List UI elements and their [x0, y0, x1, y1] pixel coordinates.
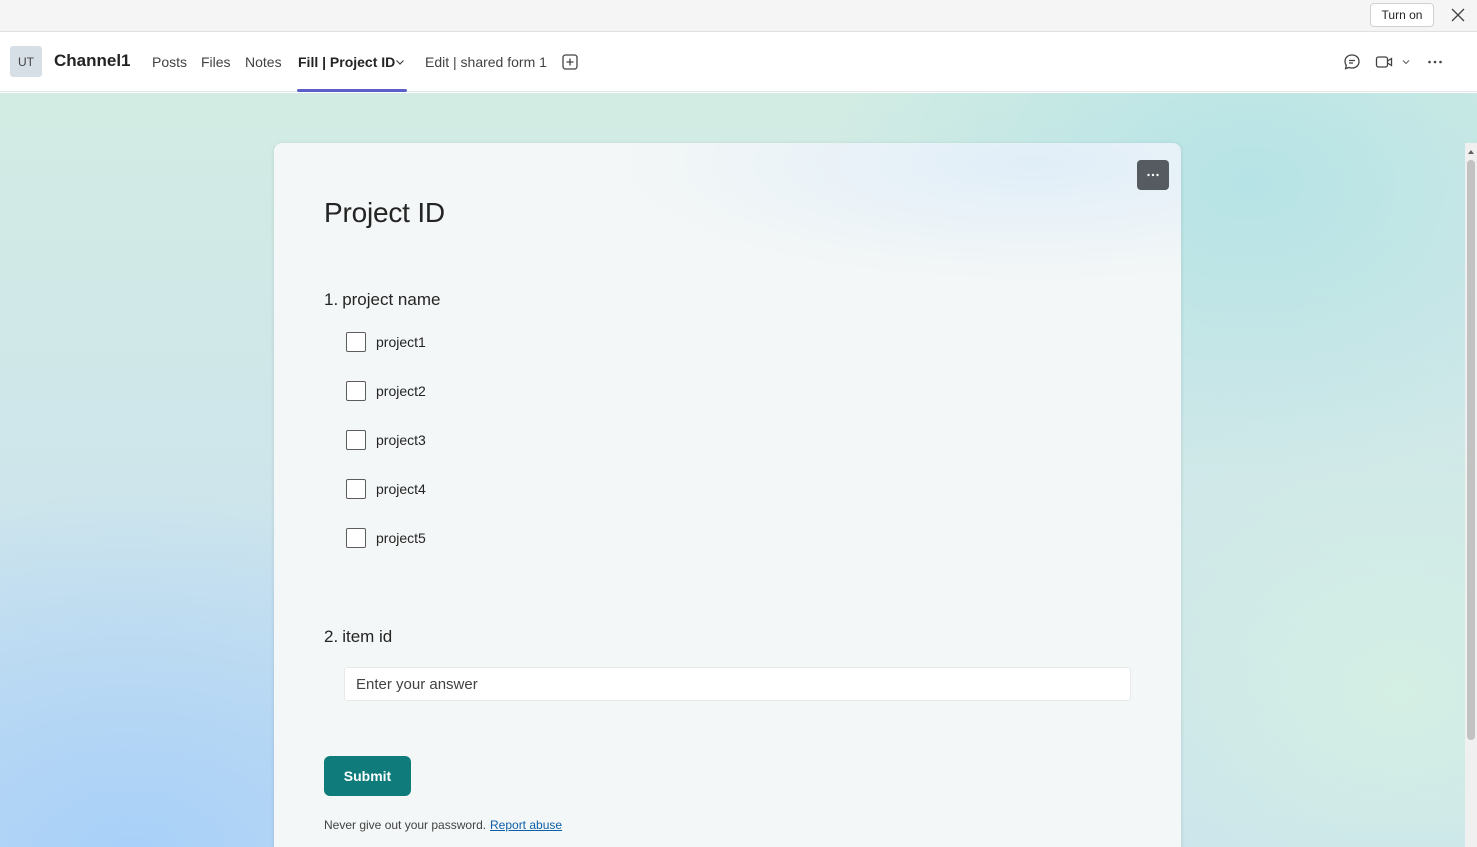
report-abuse-link[interactable]: Report abuse [490, 818, 562, 832]
video-icon[interactable] [1374, 52, 1394, 72]
question-number: 1. [324, 290, 339, 309]
more-icon[interactable] [1137, 160, 1169, 190]
question-number: 2. [324, 627, 339, 646]
option-label: project1 [376, 334, 426, 350]
scrollbar-thumb[interactable] [1467, 160, 1475, 740]
channel-title: Channel1 [54, 51, 131, 70]
tab-fill-project-id[interactable]: Fill | Project ID [298, 54, 395, 70]
password-warning: Never give out your password. [324, 818, 487, 832]
channel-header: UT Channel1 Posts Files Notes Fill | Pro… [0, 32, 1477, 92]
option-label: project4 [376, 481, 426, 497]
avatar[interactable]: UT [10, 46, 42, 77]
option-label: project3 [376, 432, 426, 448]
question-1-title: 1. project name [324, 290, 440, 310]
tab-posts[interactable]: Posts [152, 54, 187, 70]
chevron-down-icon[interactable] [1399, 52, 1413, 72]
option-project2[interactable]: project2 [346, 381, 426, 401]
tab-edit-shared-form[interactable]: Edit | shared form 1 [425, 54, 547, 70]
option-project1[interactable]: project1 [346, 332, 426, 352]
option-project3[interactable]: project3 [346, 430, 426, 450]
form-title: Project ID [324, 197, 445, 228]
active-tab-indicator [297, 89, 407, 92]
item-id-input[interactable] [344, 667, 1131, 701]
chevron-down-icon[interactable] [394, 56, 406, 68]
option-project5[interactable]: project5 [346, 528, 426, 548]
checkbox[interactable] [346, 528, 366, 548]
turn-on-button[interactable]: Turn on [1370, 3, 1434, 27]
scroll-up-icon[interactable] [1467, 148, 1475, 156]
chat-icon[interactable] [1342, 52, 1362, 72]
more-options-icon[interactable] [1425, 52, 1445, 72]
question-label: item id [342, 627, 393, 646]
option-project4[interactable]: project4 [346, 479, 426, 499]
add-tab-icon[interactable] [561, 53, 579, 71]
tab-files[interactable]: Files [201, 54, 231, 70]
submit-button[interactable]: Submit [324, 756, 411, 796]
notification-bar: Turn on [0, 0, 1477, 32]
tab-notes[interactable]: Notes [245, 54, 282, 70]
checkbox[interactable] [346, 430, 366, 450]
checkbox[interactable] [346, 332, 366, 352]
option-label: project2 [376, 383, 426, 399]
checkbox[interactable] [346, 381, 366, 401]
question-2-title: 2. item id [324, 627, 392, 647]
close-icon[interactable] [1448, 5, 1468, 25]
checkbox[interactable] [346, 479, 366, 499]
option-label: project5 [376, 530, 426, 546]
question-label: project name [342, 290, 441, 309]
